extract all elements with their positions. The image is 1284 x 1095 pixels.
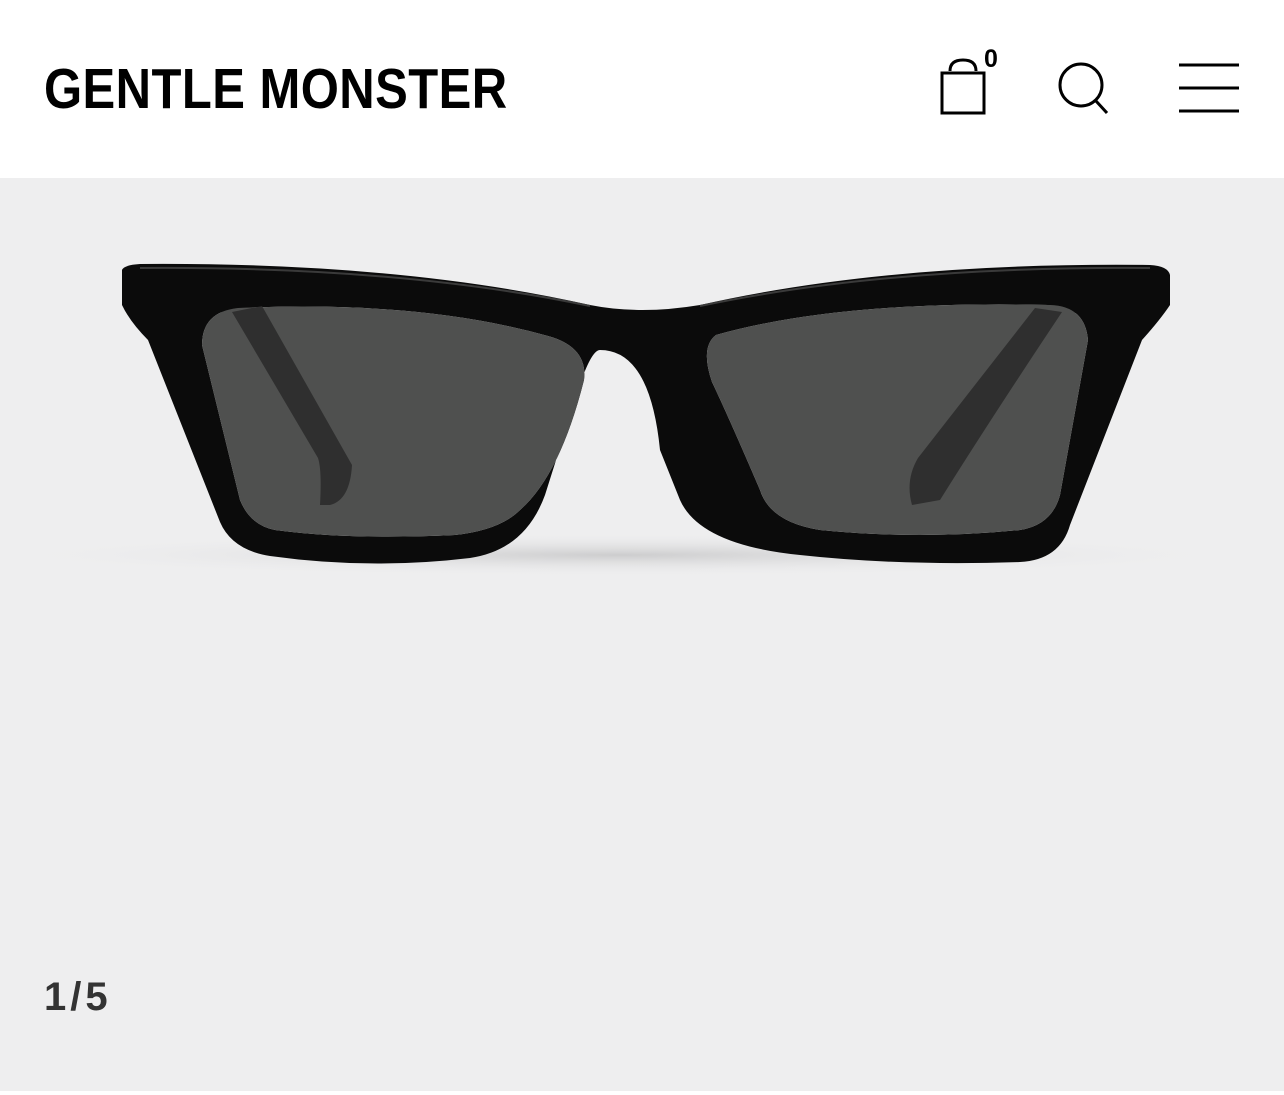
sunglasses-product-image	[0, 263, 1250, 577]
search-icon	[1058, 62, 1109, 115]
product-gallery[interactable]: 1/5	[0, 178, 1284, 1091]
counter-total: 5	[85, 975, 108, 1019]
site-header: GENTLE MONSTER 0	[0, 0, 1284, 178]
counter-separator: /	[70, 975, 82, 1019]
page-bottom-edge	[0, 1091, 1284, 1095]
search-button[interactable]	[1055, 58, 1113, 118]
menu-button[interactable]	[1176, 60, 1242, 116]
counter-current: 1	[44, 975, 67, 1019]
hamburger-menu-icon	[1179, 63, 1239, 113]
brand-logo[interactable]: GENTLE MONSTER	[44, 58, 508, 120]
image-counter: 1/5	[44, 974, 108, 1020]
cart-count-badge: 0	[984, 45, 998, 73]
